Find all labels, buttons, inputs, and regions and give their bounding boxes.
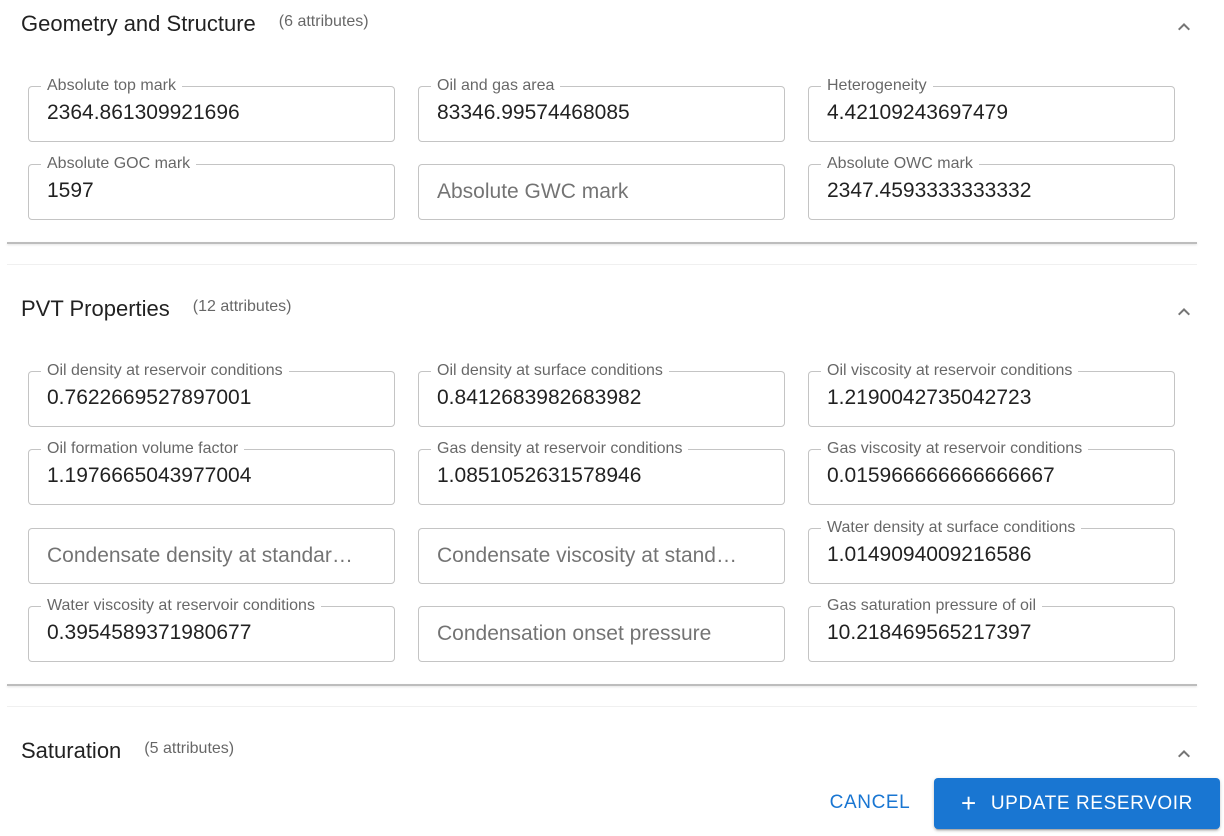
field-water-density-surface[interactable]: Water density at surface conditions 1.01… <box>808 519 1175 584</box>
field-value: 1.1976665043977004 <box>47 464 252 487</box>
chevron-up-icon <box>1178 308 1190 316</box>
field-label: Absolute OWC mark <box>821 155 979 173</box>
field-heterogeneity[interactable]: Heterogeneity 4.42109243697479 <box>808 77 1175 142</box>
field-label: Oil density at reservoir conditions <box>41 362 289 380</box>
field-label: Heterogeneity <box>821 77 933 95</box>
chevron-up-icon <box>1178 23 1190 31</box>
field-water-viscosity-reservoir[interactable]: Water viscosity at reservoir conditions … <box>28 597 395 662</box>
field-value: 1.2190042735042723 <box>827 386 1032 409</box>
section-header-saturation[interactable]: Saturation (5 attributes) <box>21 738 234 764</box>
section-header-pvt[interactable]: PVT Properties (12 attributes) <box>21 296 292 322</box>
field-label: Oil density at surface conditions <box>431 362 669 380</box>
field-oil-density-surface[interactable]: Oil density at surface conditions 0.8412… <box>418 362 785 427</box>
section-divider <box>7 242 1197 244</box>
field-value: 0.3954589371980677 <box>47 621 252 644</box>
collapse-saturation-button[interactable] <box>1172 742 1196 766</box>
field-placeholder: Condensation onset pressure <box>437 622 712 645</box>
field-label: Oil viscosity at reservoir conditions <box>821 362 1079 380</box>
field-label: Absolute GOC mark <box>41 155 197 173</box>
field-oil-formation-volume-factor[interactable]: Oil formation volume factor 1.1976665043… <box>28 440 395 505</box>
field-condensate-viscosity[interactable]: Condensate viscosity at stand… <box>418 528 785 584</box>
field-placeholder: Absolute GWC mark <box>437 180 629 203</box>
chevron-up-icon <box>1178 750 1190 758</box>
section-title: Saturation <box>21 738 122 763</box>
field-gas-density-reservoir[interactable]: Gas density at reservoir conditions 1.08… <box>418 440 785 505</box>
field-placeholder: Condensate density at standar… <box>47 544 353 567</box>
field-label: Gas saturation pressure of oil <box>821 597 1042 615</box>
field-value: 4.42109243697479 <box>827 101 1009 124</box>
section-header-geometry[interactable]: Geometry and Structure (6 attributes) <box>21 11 369 37</box>
field-value: 10.218469565217397 <box>827 621 1032 644</box>
field-value: 2364.861309921696 <box>47 101 240 124</box>
field-label: Water viscosity at reservoir conditions <box>41 597 321 615</box>
section-title: Geometry and Structure <box>21 11 256 36</box>
field-oil-viscosity-reservoir[interactable]: Oil viscosity at reservoir conditions 1.… <box>808 362 1175 427</box>
attribute-count: (6 attributes) <box>278 13 369 30</box>
field-placeholder: Condensate viscosity at stand… <box>437 544 737 567</box>
field-value: 0.7622669527897001 <box>47 386 252 409</box>
field-absolute-owc-mark[interactable]: Absolute OWC mark 2347.4593333333332 <box>808 155 1175 220</box>
field-absolute-goc-mark[interactable]: Absolute GOC mark 1597 <box>28 155 395 220</box>
cancel-button[interactable]: CANCEL <box>812 780 928 826</box>
update-reservoir-label: UPDATE RESERVOIR <box>990 792 1193 814</box>
field-oil-and-gas-area[interactable]: Oil and gas area 83346.99574468085 <box>418 77 785 142</box>
field-absolute-gwc-mark[interactable]: Absolute GWC mark <box>418 164 785 220</box>
section-divider <box>7 684 1197 686</box>
field-oil-density-reservoir[interactable]: Oil density at reservoir conditions 0.76… <box>28 362 395 427</box>
field-value: 0.8412683982683982 <box>437 386 642 409</box>
field-label: Gas density at reservoir conditions <box>431 440 689 458</box>
section-title: PVT Properties <box>21 296 170 321</box>
field-absolute-top-mark[interactable]: Absolute top mark 2364.861309921696 <box>28 77 395 142</box>
field-label: Water density at surface conditions <box>821 519 1082 537</box>
field-label: Absolute top mark <box>41 77 182 95</box>
plus-icon: + <box>961 787 977 818</box>
section-divider-soft <box>7 706 1197 707</box>
attribute-count: (5 attributes) <box>144 740 235 757</box>
field-value: 1.0851052631578946 <box>437 464 642 487</box>
field-condensate-density[interactable]: Condensate density at standar… <box>28 528 395 584</box>
field-label: Oil and gas area <box>431 77 561 95</box>
field-value: 1597 <box>47 179 94 202</box>
field-value: 83346.99574468085 <box>437 101 630 124</box>
field-value: 0.015966666666666667 <box>827 464 1055 487</box>
section-divider-soft <box>7 264 1197 265</box>
field-label: Oil formation volume factor <box>41 440 245 458</box>
collapse-geometry-button[interactable] <box>1172 15 1196 39</box>
collapse-pvt-button[interactable] <box>1172 300 1196 324</box>
field-condensation-onset-pressure[interactable]: Condensation onset pressure <box>418 606 785 662</box>
field-label: Gas viscosity at reservoir conditions <box>821 440 1089 458</box>
field-gas-saturation-pressure[interactable]: Gas saturation pressure of oil 10.218469… <box>808 597 1175 662</box>
field-value: 2347.4593333333332 <box>827 179 1032 202</box>
field-value: 1.0149094009216586 <box>827 543 1032 566</box>
update-reservoir-button[interactable]: + UPDATE RESERVOIR <box>934 778 1220 829</box>
field-gas-viscosity-reservoir[interactable]: Gas viscosity at reservoir conditions 0.… <box>808 440 1175 505</box>
attribute-count: (12 attributes) <box>192 298 292 315</box>
